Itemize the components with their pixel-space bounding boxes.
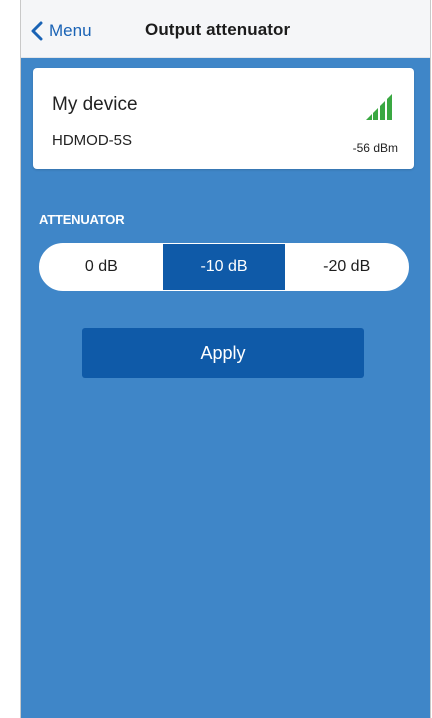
page-title: Output attenuator <box>145 20 291 39</box>
navigation-bar: Menu Output attenuator <box>21 0 430 58</box>
signal-strength-icon <box>366 94 392 120</box>
attenuator-option-minus10db[interactable]: -10 dB <box>162 244 286 290</box>
app-screen: Menu Output attenuator My device HDMOD-5… <box>20 0 431 718</box>
device-name: My device <box>52 94 138 115</box>
signal-strength-value: -56 dBm <box>352 141 398 155</box>
back-button[interactable]: Menu <box>31 18 92 44</box>
apply-button[interactable]: Apply <box>82 328 364 378</box>
main-content: My device HDMOD-5S -56 dBm ATTENUATOR 0 … <box>21 58 430 718</box>
attenuator-selector: 0 dB -10 dB -20 dB <box>39 243 409 291</box>
attenuator-section-label: ATTENUATOR <box>39 212 125 227</box>
attenuator-option-minus20db[interactable]: -20 dB <box>285 244 408 290</box>
back-button-label: Menu <box>49 21 92 40</box>
attenuator-option-0db[interactable]: 0 dB <box>40 244 163 290</box>
device-card[interactable]: My device HDMOD-5S -56 dBm <box>33 68 414 169</box>
device-model: HDMOD-5S <box>52 132 133 149</box>
chevron-left-icon <box>31 21 43 41</box>
